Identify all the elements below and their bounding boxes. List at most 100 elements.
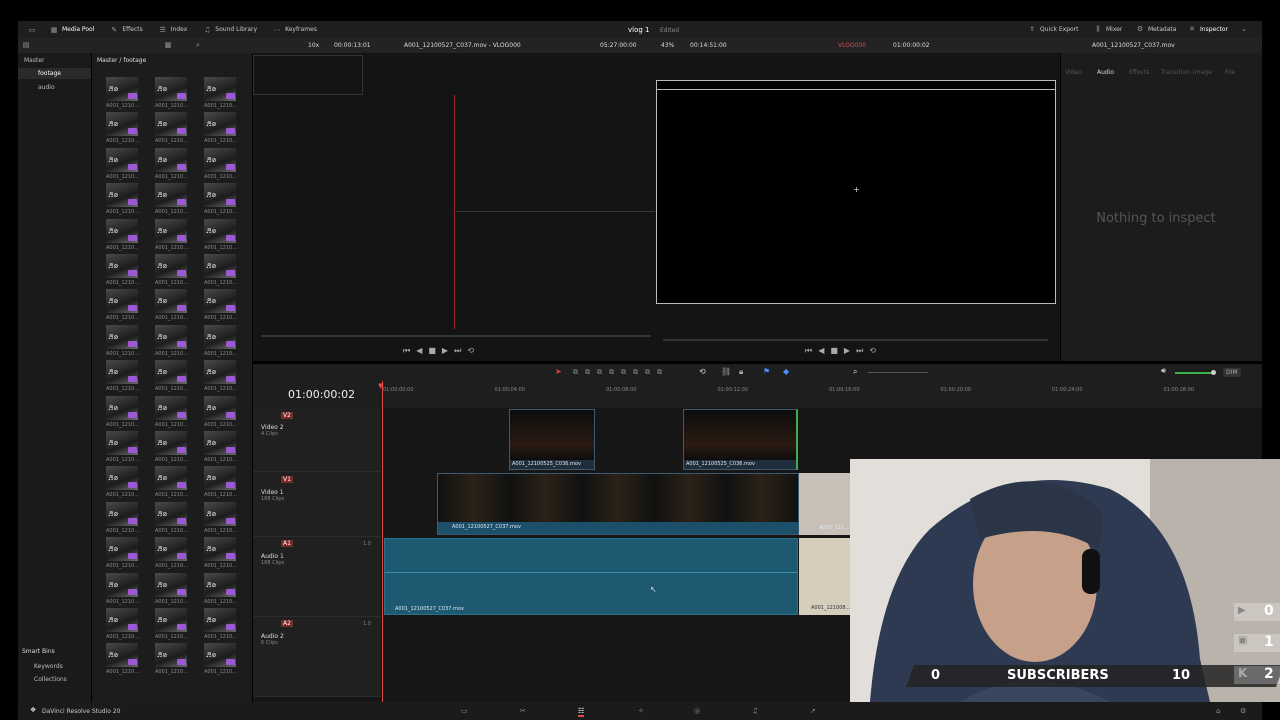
keyframes-button[interactable]: ⋯ Keyframes	[265, 26, 325, 34]
zoom-icon[interactable]: ⌕	[853, 367, 857, 377]
link-icon[interactable]: ⛓	[721, 367, 731, 376]
timeline-playhead[interactable]	[382, 381, 383, 702]
clip-thumbnail[interactable]: ♬⊘ A001_1210...	[204, 183, 237, 216]
clip-thumbnail[interactable]: ♬⊘ A001_1210...	[155, 289, 188, 322]
viewer-zoom[interactable]: 43%	[661, 42, 674, 49]
media-page-icon[interactable]: ▭	[461, 707, 468, 715]
playhead-handle-icon[interactable]: ▼	[378, 382, 383, 390]
clip-thumbnail[interactable]: ♬⊘ A001_1210...	[204, 572, 237, 606]
inspector-tab-transition[interactable]: Transition	[1161, 69, 1190, 76]
track-id-a1[interactable]: A1	[281, 540, 293, 547]
clip-thumbnail[interactable]: ♬⊘ A001_1210...	[204, 431, 237, 464]
snapping-icon[interactable]: ⟲	[699, 367, 706, 376]
clip-thumbnail[interactable]: ♬⊘ A001_1210...	[155, 360, 188, 393]
clip-v2-a[interactable]: A001_12100525_C036.mov	[509, 409, 595, 470]
search-icon[interactable]: ⌕	[194, 41, 202, 49]
clip-thumbnail[interactable]: ♬⊘ A001_1210...	[204, 112, 237, 145]
clip-thumbnail[interactable]: ♬⊘ A001_1210...	[106, 537, 139, 570]
clip-thumbnail[interactable]: ♬⊘ A001_1210...	[155, 218, 188, 252]
fusion-page-icon[interactable]: ✧	[638, 707, 644, 715]
clip-thumbnail[interactable]: ♬⊘ A001_1210...	[155, 254, 188, 287]
inspector-tab-image[interactable]: Image	[1193, 69, 1212, 76]
list-view-icon[interactable]: ▤	[22, 41, 30, 49]
clip-thumbnail[interactable]: ♬⊘ A001_1210...	[204, 147, 237, 181]
volume-handle[interactable]	[1211, 370, 1216, 375]
clip-thumbnail[interactable]: ♬⊘ A001_1210...	[155, 466, 188, 499]
index-button[interactable]: ☰ Index	[151, 26, 196, 34]
fairlight-page-icon[interactable]: ♫	[752, 707, 758, 715]
clip-thumbnail[interactable]: ♬⊘ A001_1210...	[204, 254, 237, 287]
clip-thumbnail[interactable]: ♬⊘ A001_1210...	[106, 254, 139, 287]
panel-toggle-icon[interactable]: ▭	[28, 26, 36, 34]
clip-thumbnail[interactable]: ♬⊘ A001_1210...	[106, 77, 139, 110]
grid-view-icon[interactable]: ▦	[164, 41, 172, 49]
metadata-button[interactable]: ⚙ Metadata	[1128, 25, 1184, 33]
source-zoom[interactable]: 10x	[308, 42, 319, 49]
clip-v1[interactable]: A001_12100527_C037.mov	[437, 473, 799, 535]
edit-page-icon[interactable]: ☷	[578, 707, 585, 717]
clip-thumbnail[interactable]: ♬⊘ A001_1210...	[106, 572, 139, 606]
clip-thumbnail[interactable]: ♬⊘ A001_1210...	[155, 572, 188, 606]
timeline-transport-controls[interactable]: ⏮◀■▶⏭⟲	[805, 346, 882, 356]
bin-audio[interactable]: audio	[38, 84, 55, 91]
clip-thumbnail[interactable]: ♬⊘ A001_1210...	[204, 643, 237, 676]
clip-thumbnail[interactable]: ♬⊘ A001_1210...	[106, 431, 139, 464]
clip-thumbnail[interactable]: ♬⊘ A001_1210...	[204, 218, 237, 252]
inspector-tab-effects[interactable]: Effects	[1129, 69, 1149, 76]
clip-thumbnail[interactable]: ♬⊘ A001_1210...	[204, 608, 237, 641]
timeline-ruler[interactable]: 01:00:00:00 01:00:04:00 01:00:08:00 01:00:1…	[381, 381, 1262, 408]
inspector-tab-file[interactable]: File	[1225, 69, 1235, 76]
clip-thumbnail[interactable]: ♬⊘ A001_1210...	[155, 183, 188, 216]
settings-icon[interactable]: ⚙	[1240, 707, 1246, 715]
clip-thumbnail[interactable]: ♬⊘ A001_1210...	[155, 112, 188, 145]
clip-thumbnail[interactable]: ♬⊘ A001_1210...	[106, 218, 139, 252]
media-pool-button[interactable]: ▦ Media Pool	[42, 26, 102, 34]
clip-thumbnail[interactable]: ♬⊘ A001_1210...	[204, 501, 237, 535]
marker-icon[interactable]: ◆	[783, 367, 789, 376]
track-id-v2[interactable]: V2	[281, 412, 293, 419]
zoom-slider[interactable]	[868, 372, 928, 373]
effects-button[interactable]: ✎ Effects	[102, 26, 150, 34]
clip-thumbnail[interactable]: ♬⊘ A001_1210...	[106, 501, 139, 535]
clip-thumbnail[interactable]: ♬⊘ A001_1210...	[204, 537, 237, 570]
smart-bin-collections[interactable]: Collections	[34, 676, 67, 683]
deliver-page-icon[interactable]: ➚	[810, 707, 816, 715]
dim-button[interactable]: DIM	[1223, 368, 1241, 377]
expand-icon[interactable]: ⌄	[1240, 25, 1248, 33]
clip-thumbnail[interactable]: ♬⊘ A001_1210...	[106, 324, 139, 358]
clip-thumbnail[interactable]: ♬⊘ A001_1210...	[204, 324, 237, 358]
clip-thumbnail[interactable]: ♬⊘ A001_1210...	[155, 501, 188, 535]
clip-thumbnail[interactable]: ♬⊘ A001_1210...	[204, 289, 237, 322]
source-transport-controls[interactable]: ⏮◀■▶⏭⟲	[403, 346, 480, 356]
clip-thumbnail[interactable]: ♬⊘ A001_1210...	[106, 112, 139, 145]
volume-icon[interactable]: 🔊︎	[1161, 366, 1166, 376]
clip-thumbnail[interactable]: ♬⊘ A001_1210...	[155, 431, 188, 464]
flag-icon[interactable]: ⚑	[763, 367, 770, 376]
bin-master[interactable]: Master	[24, 57, 45, 64]
clip-thumbnail[interactable]: ♬⊘ A001_1210...	[204, 466, 237, 499]
clip-thumbnail[interactable]: ♬⊘ A001_1210...	[204, 77, 237, 110]
clip-a1[interactable]: A001_12100527_C037.mov	[384, 538, 798, 615]
home-icon[interactable]: ⌂	[1216, 707, 1220, 715]
clip-thumbnail[interactable]: ♬⊘ A001_1210...	[106, 643, 139, 676]
clip-thumbnail[interactable]: ♬⊘ A001_1210...	[155, 643, 188, 676]
clip-thumbnail[interactable]: ♬⊘ A001_1210...	[106, 147, 139, 181]
sound-library-button[interactable]: ♫ Sound Library	[195, 26, 265, 34]
clip-thumbnail[interactable]: ♬⊘ A001_1210...	[204, 395, 237, 429]
clip-v1-b[interactable]: A001_121...	[799, 473, 851, 535]
clip-thumbnail[interactable]: ♬⊘ A001_1210...	[106, 183, 139, 216]
clip-v2-b[interactable]: A001_12100525_C036.mov	[683, 409, 798, 470]
track-id-v1[interactable]: V1	[281, 476, 293, 483]
track-id-a2[interactable]: A2	[281, 620, 293, 627]
clip-thumbnail[interactable]: ♬⊘ A001_1210...	[106, 360, 139, 393]
clip-thumbnail[interactable]: ♬⊘ A001_1210...	[155, 608, 188, 641]
clip-thumbnail[interactable]: ♬⊘ A001_1210...	[106, 289, 139, 322]
inspector-tab-audio[interactable]: Audio	[1097, 69, 1114, 76]
inspector-tab-video[interactable]: Video	[1065, 69, 1082, 76]
clip-a1-volume-line[interactable]	[385, 572, 797, 573]
clip-thumbnail[interactable]: ♬⊘ A001_1210...	[204, 360, 237, 393]
quick-export-button[interactable]: ⇪ Quick Export	[1020, 25, 1087, 33]
timeline-name[interactable]: VLOG000	[838, 42, 866, 49]
clip-thumbnail[interactable]: ♬⊘ A001_1210...	[106, 608, 139, 641]
source-scrubber[interactable]	[261, 335, 651, 337]
